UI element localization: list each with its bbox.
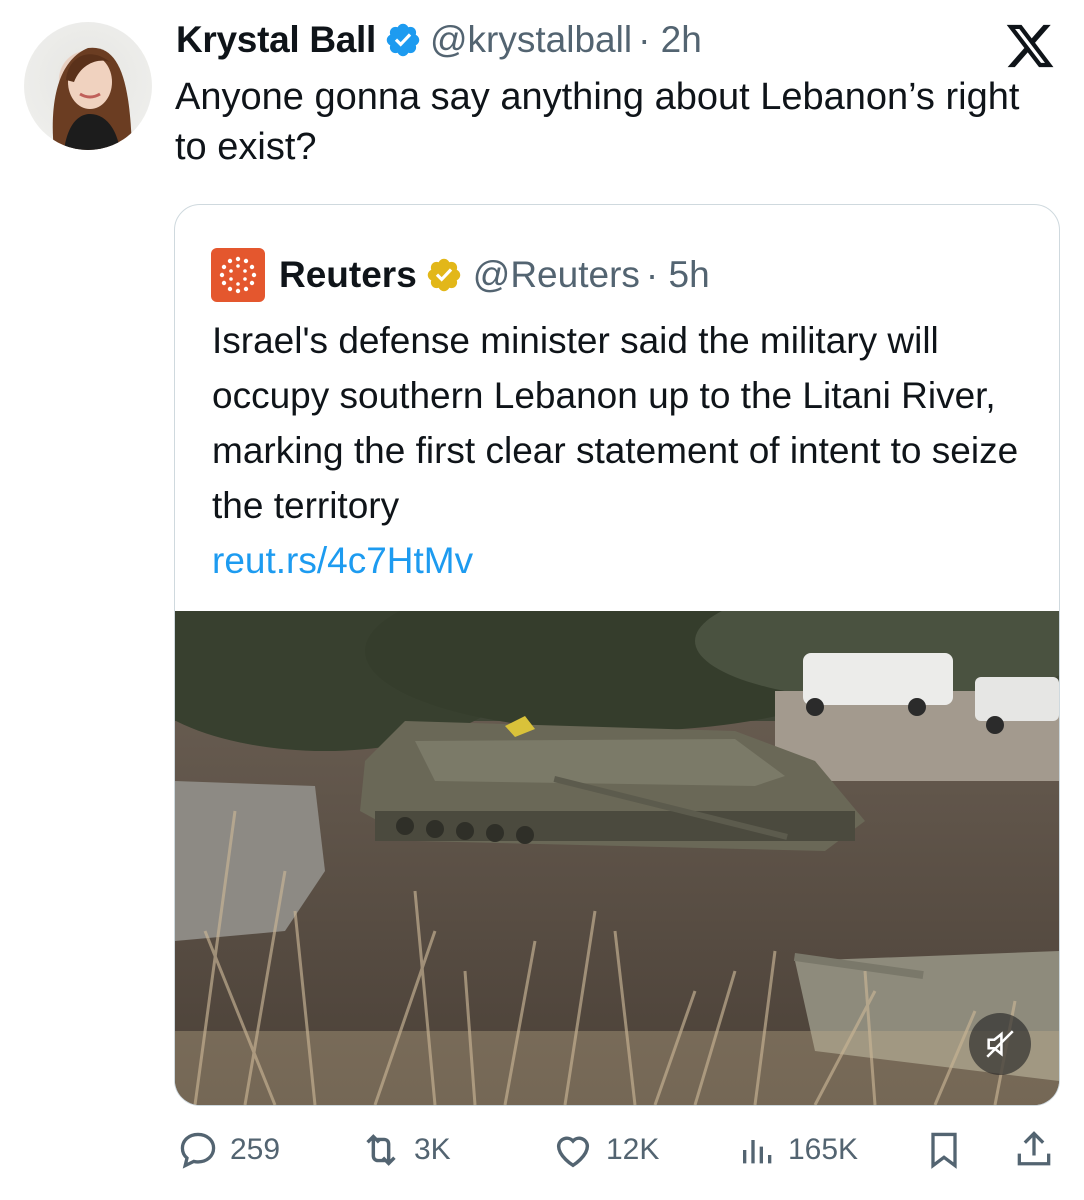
author-name[interactable]: Krystal Ball bbox=[176, 19, 376, 61]
heart-icon bbox=[556, 1136, 590, 1168]
quoted-post-link[interactable]: reut.rs/4c7HtMv bbox=[212, 533, 1032, 588]
share-icon bbox=[1017, 1131, 1051, 1166]
like-count: 12K bbox=[606, 1133, 660, 1166]
repost-button[interactable]: 3K bbox=[358, 1120, 451, 1180]
reply-count: 259 bbox=[230, 1133, 281, 1166]
reuters-logo-icon[interactable] bbox=[211, 248, 265, 302]
post-timestamp[interactable]: · 2h bbox=[638, 19, 702, 61]
avatar-portrait-image bbox=[52, 47, 132, 150]
tanks-video-frame bbox=[175, 611, 1059, 1105]
reply-icon bbox=[180, 1132, 216, 1169]
x-logo-icon bbox=[1006, 24, 1054, 68]
post-action-bar: 259 3K 12K 165K bbox=[0, 1120, 1084, 1180]
verified-badge-icon[interactable] bbox=[384, 21, 422, 59]
author-handle[interactable]: @krystalball bbox=[430, 19, 632, 61]
quoted-author-name[interactable]: Reuters bbox=[279, 254, 417, 296]
quoted-post-text: Israel's defense minister said the milit… bbox=[212, 320, 1019, 526]
view-count: 165K bbox=[788, 1133, 859, 1166]
mute-button[interactable] bbox=[969, 1013, 1031, 1075]
views-button[interactable]: 165K bbox=[738, 1120, 858, 1180]
author-avatar[interactable] bbox=[24, 22, 152, 150]
gold-verified-badge-icon[interactable] bbox=[425, 256, 463, 294]
bookmark-icon bbox=[931, 1132, 957, 1169]
video-media[interactable] bbox=[175, 611, 1059, 1105]
like-button[interactable]: 12K bbox=[550, 1120, 659, 1180]
repost-icon bbox=[366, 1134, 396, 1166]
post-text: Anyone gonna say anything about Lebanon’… bbox=[175, 76, 1020, 168]
quoted-post-card[interactable]: Reuters @Reuters · 5h Israel's defense m… bbox=[174, 204, 1060, 1106]
quoted-post-body: Israel's defense minister said the milit… bbox=[212, 313, 1032, 588]
repost-count: 3K bbox=[414, 1133, 451, 1166]
post-header: Krystal Ball @krystalball · 2h bbox=[176, 14, 702, 66]
quoted-post-header: Reuters @Reuters · 5h bbox=[211, 248, 710, 302]
muted-speaker-icon bbox=[986, 1030, 1014, 1058]
views-chart-icon bbox=[743, 1140, 772, 1164]
share-button[interactable] bbox=[1012, 1120, 1066, 1180]
quoted-author-handle[interactable]: @Reuters bbox=[473, 254, 640, 296]
quoted-timestamp[interactable]: · 5h bbox=[646, 254, 710, 296]
bookmark-button[interactable] bbox=[922, 1120, 976, 1180]
reply-button[interactable]: 259 bbox=[176, 1120, 280, 1180]
